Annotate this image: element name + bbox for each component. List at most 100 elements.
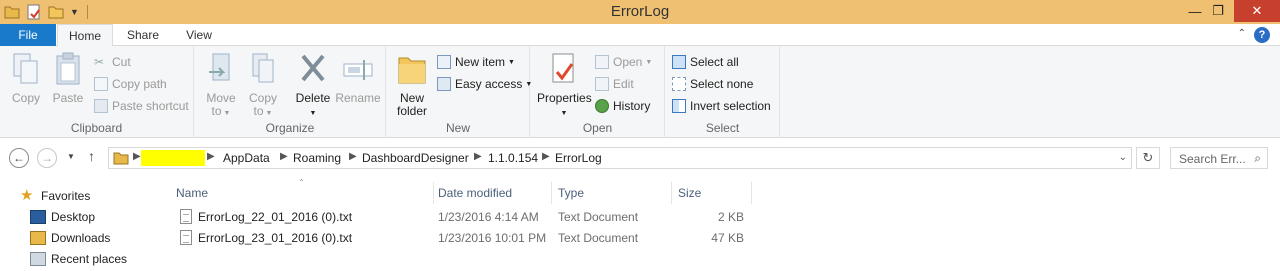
paste-shortcut-button[interactable]: Paste shortcut — [94, 97, 189, 115]
rename-icon — [343, 60, 373, 80]
nav-desktop[interactable]: Desktop — [30, 207, 95, 227]
file-row[interactable]: ErrorLog_23_01_2016 (0).txt 1/23/2016 10… — [178, 228, 758, 249]
explorer-window: ▼ ErrorLog — ❐ ✕ File Home Share View ⌃ … — [0, 0, 1280, 271]
new-group: New folder New item ▼ Easy access ▼ New — [387, 46, 532, 138]
nav-favorites[interactable]: ★ Favorites — [20, 186, 90, 206]
copy-to-label-1: Copy — [248, 91, 277, 105]
breadcrumb-separator-icon[interactable]: ▶ — [280, 151, 288, 162]
organize-group: Move to ▼ Copy to ▼ Delete ▼ Rename Orga… — [195, 46, 386, 138]
star-icon: ★ — [20, 187, 34, 204]
nav-recent-places[interactable]: Recent places — [30, 249, 127, 269]
column-header-name[interactable]: Name ⌃ — [174, 178, 434, 204]
address-bar[interactable]: ▶ ▶ AppData ▶ Roaming ▶ DashboardDesigne… — [108, 147, 1132, 169]
copy-to-button[interactable]: Copy to ▼ — [245, 52, 281, 120]
file-date-modified: 1/23/2016 4:14 AM — [438, 210, 539, 224]
breadcrumb-errorlog[interactable]: ErrorLog — [555, 151, 602, 165]
nav-recent-places-label: Recent places — [51, 252, 128, 266]
breadcrumb-separator-icon[interactable]: ▶ — [542, 151, 550, 162]
select-none-button[interactable]: Select none — [672, 75, 753, 93]
breadcrumb-appdata[interactable]: AppData — [223, 151, 270, 165]
paste-label: Paste — [52, 91, 84, 105]
rename-label: Rename — [335, 91, 381, 105]
new-folder-label-2: folder — [396, 104, 428, 118]
edit-label: Edit — [613, 77, 634, 91]
easy-access-button[interactable]: Easy access ▼ — [437, 75, 532, 93]
forward-button[interactable]: → — [37, 148, 57, 168]
copy-to-dropdown-icon: ▼ — [263, 110, 273, 117]
rename-button[interactable]: Rename — [335, 52, 381, 105]
properties-dropdown-icon: ▼ — [560, 110, 568, 117]
nav-favorites-label: Favorites — [41, 189, 91, 203]
redacted-username — [141, 150, 205, 166]
help-icon[interactable]: ? — [1254, 27, 1270, 43]
file-type: Text Document — [558, 231, 639, 245]
paste-button[interactable]: Paste — [50, 52, 86, 105]
column-header-date-modified[interactable]: Date modified — [436, 182, 552, 204]
tab-home[interactable]: Home — [57, 24, 113, 47]
move-to-button[interactable]: Move to ▼ — [203, 52, 239, 120]
select-all-button[interactable]: Select all — [672, 53, 739, 71]
history-button[interactable]: History — [595, 97, 650, 115]
copy-button[interactable]: Copy — [8, 52, 44, 105]
text-file-icon — [180, 209, 192, 224]
text-file-icon — [180, 230, 192, 245]
sort-ascending-icon: ⌃ — [298, 178, 305, 187]
breadcrumb-roaming[interactable]: Roaming — [293, 151, 341, 165]
move-to-label-2: to — [211, 104, 222, 118]
forward-arrow-icon: → — [41, 151, 53, 165]
delete-button[interactable]: Delete ▼ — [293, 52, 333, 120]
edit-button[interactable]: Edit — [595, 75, 634, 93]
select-all-icon — [672, 55, 686, 69]
close-button[interactable]: ✕ — [1234, 0, 1280, 22]
select-group-label: Select — [705, 121, 740, 135]
file-list: Name ⌃ Date modified Type Size ErrorLog_… — [160, 177, 1280, 271]
cut-button[interactable]: ✂ Cut — [94, 53, 131, 71]
refresh-button[interactable]: ↻ — [1136, 147, 1160, 169]
breadcrumb-version[interactable]: 1.1.0.154 — [488, 151, 538, 165]
downloads-folder-icon — [30, 231, 46, 245]
select-none-label: Select none — [690, 77, 754, 91]
history-label: History — [613, 99, 651, 113]
recent-locations-dropdown-icon[interactable]: ▼ — [67, 152, 75, 161]
breadcrumb-dashboarddesigner[interactable]: DashboardDesigner — [362, 151, 469, 165]
organize-group-label: Organize — [265, 121, 315, 135]
title-bar: ▼ ErrorLog — ❐ ✕ — [0, 0, 1280, 24]
recent-places-icon — [30, 252, 46, 266]
properties-button[interactable]: Properties ▼ — [537, 52, 592, 120]
copy-to-icon — [252, 53, 274, 83]
delete-dropdown-icon: ▼ — [309, 110, 317, 117]
new-item-icon — [437, 55, 451, 69]
column-header-type[interactable]: Type — [556, 182, 672, 204]
file-size: 2 KB — [717, 210, 744, 224]
navigation-pane: ★ Favorites Desktop Downloads Recent plac… — [0, 177, 160, 271]
maximize-button[interactable]: ❐ — [1203, 0, 1233, 22]
clipboard-group-label: Clipboard — [70, 121, 123, 135]
select-none-icon — [672, 77, 686, 91]
nav-downloads[interactable]: Downloads — [30, 228, 110, 248]
open-group: Properties ▼ Open ▼ Edit History Open — [531, 46, 665, 138]
up-arrow-icon[interactable]: ↑ — [88, 148, 95, 164]
history-icon — [595, 99, 609, 113]
scissors-icon: ✂ — [94, 55, 105, 69]
folder-icon — [113, 152, 129, 165]
copy-path-button[interactable]: Copy path — [94, 75, 167, 93]
paste-shortcut-label: Paste shortcut — [112, 99, 189, 113]
invert-selection-button[interactable]: Invert selection — [672, 97, 771, 115]
file-row[interactable]: ErrorLog_22_01_2016 (0).txt 1/23/2016 4:… — [178, 207, 758, 228]
open-button[interactable]: Open ▼ — [595, 53, 652, 71]
new-folder-button[interactable]: New folder — [393, 52, 431, 118]
breadcrumb-separator-icon[interactable]: ▶ — [349, 151, 357, 162]
breadcrumb-separator-icon[interactable]: ▶ — [474, 151, 482, 162]
search-input[interactable]: Search Err... ⌕ — [1170, 147, 1268, 169]
address-dropdown-icon[interactable]: ⌄ — [1119, 152, 1127, 163]
new-folder-icon — [398, 57, 426, 84]
breadcrumb-separator-icon[interactable]: ▶ — [133, 151, 141, 162]
back-button[interactable]: ← — [9, 148, 29, 168]
tab-file[interactable]: File — [0, 24, 56, 46]
breadcrumb-separator-icon[interactable]: ▶ — [207, 151, 215, 162]
tab-view[interactable]: View — [172, 24, 226, 46]
collapse-ribbon-icon[interactable]: ⌃ — [1238, 28, 1246, 39]
tab-share[interactable]: Share — [116, 24, 170, 46]
new-item-button[interactable]: New item ▼ — [437, 53, 515, 71]
column-header-size[interactable]: Size — [676, 182, 752, 204]
